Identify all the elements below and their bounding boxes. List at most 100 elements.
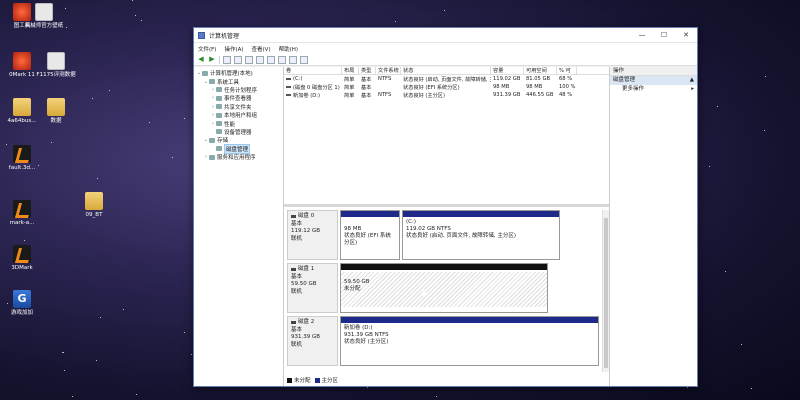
table-row[interactable]: (磁盘 0 磁盘分区 1) 简单 基本 状态良好 (EFI 系统分区) 98 MB 98 … [284, 83, 609, 91]
disk-label[interactable]: 磁盘 2 基本 931.39 GB 联机 [287, 316, 338, 366]
star [51, 142, 53, 144]
minimize-button[interactable]: — [631, 28, 653, 43]
folder-icon [47, 98, 65, 116]
computer-management-window: 计算机管理 — ☐ ✕ 文件(F) 操作(A) 查看(V) 帮助(H) ◀ ▶ … [193, 27, 698, 387]
actions-header: 操作 [610, 67, 697, 76]
title-bar[interactable]: 计算机管理 — ☐ ✕ [194, 28, 697, 43]
tree-item[interactable]: › 共享文件夹 [194, 103, 283, 111]
tree-item[interactable]: ⌄ 系统工具 [194, 77, 283, 86]
cell-type-text: 基本 [361, 76, 372, 83]
app-red-icon [13, 52, 31, 70]
col-free-space[interactable]: 可用空间 [524, 66, 557, 75]
col-layout[interactable]: 布局 [342, 66, 359, 75]
tree-item-label: 设备管理器 [224, 129, 252, 136]
desktop-icon[interactable]: 机械师官方壁纸 [22, 3, 66, 30]
desktop-icon-label: mark-a... [9, 220, 35, 226]
forward-arrow-icon[interactable]: ▶ [208, 55, 216, 64]
actions-pane: 操作 磁盘管理 ▲ 更多操作 ▸ [609, 67, 697, 386]
col-percent-free[interactable]: % 可 [557, 66, 577, 75]
star [725, 271, 727, 273]
back-arrow-icon[interactable]: ◀ [197, 55, 205, 64]
table-row[interactable]: 新加卷 (D:) 简单 基本 NTFS 状态良好 (主分区) 931.39 GB 446.5… [284, 91, 609, 99]
col-capacity[interactable]: 容量 [491, 66, 524, 75]
cell-free-space: 98 MB [524, 84, 557, 90]
tree-item-label: 计算机管理(本地) [210, 71, 253, 78]
doc-icon [47, 52, 65, 70]
star [184, 118, 186, 120]
star [62, 351, 64, 353]
partition-line2: 状态良好 (启动, 页面文件, 故障转储, 主分区) [406, 233, 517, 239]
cell-percent-free: 68 % [557, 76, 577, 82]
tree-item[interactable]: › 事件查看器 [194, 94, 283, 102]
cell-volume: (C:) [284, 76, 342, 82]
tree-item[interactable]: 设备管理器 [194, 128, 283, 136]
col-type[interactable]: 类型 [359, 66, 376, 75]
close-button[interactable]: ✕ [675, 28, 697, 43]
partition-line1: 98 MB [344, 226, 362, 232]
col-status[interactable]: 状态 [401, 66, 491, 75]
menu-help[interactable]: 帮助(H) [279, 45, 298, 53]
volume-icon [286, 77, 291, 80]
scrollbar-thumb[interactable] [604, 218, 608, 368]
legend-label: 未分配 [294, 378, 311, 384]
collapse-up-icon[interactable]: ▲ [690, 76, 694, 85]
desktop-icon-label: 机械师官方壁纸 [24, 23, 64, 29]
disk-label[interactable]: 磁盘 1 基本 59.50 GB 联机 [287, 263, 338, 313]
desktop-icon[interactable]: G 游戏加加 [0, 290, 44, 317]
disk-map: 磁盘 0 基本 119.12 GB 联机 98 MB 状态良好 (EFI 系统分区) (C:… [284, 207, 609, 386]
cell-status-text: 状态良好 (主分区) [403, 92, 446, 99]
help-icon[interactable] [256, 55, 264, 64]
menu-view[interactable]: 查看(V) [252, 45, 271, 53]
disk-row[interactable]: 磁盘 2 基本 931.39 GB 联机 新加卷 (D:) 931.39 GB NTFS 状… [287, 316, 599, 366]
desktop-icon[interactable]: 数据 [34, 98, 78, 125]
col-volume[interactable]: 卷 [284, 66, 342, 75]
desktop-icon[interactable]: fault.3d... [0, 145, 44, 172]
desktop-icon[interactable]: 09_BT [72, 192, 116, 219]
partition-block[interactable]: 59.50 GB 未分配 [340, 263, 548, 313]
star [149, 121, 151, 123]
partition-block[interactable]: 98 MB 状态良好 (EFI 系统分区) [340, 210, 400, 260]
disk-row[interactable]: 磁盘 1 基本 59.50 GB 联机 59.50 GB 未分配 [287, 263, 599, 313]
partition-block[interactable]: (C:) 119.02 GB NTFS 状态良好 (启动, 页面文件, 故障转储, … [402, 210, 560, 260]
refresh-icon[interactable] [300, 55, 308, 64]
cell-type: 基本 [359, 76, 376, 83]
list-view-icon[interactable] [267, 55, 275, 64]
submenu-arrow-icon: ▸ [691, 86, 694, 92]
action-more-actions[interactable]: 更多操作 ▸ [610, 85, 697, 94]
tree-item[interactable]: ⌄ 计算机管理(本地) [194, 69, 283, 77]
disk-name: 磁盘 2 [291, 319, 334, 327]
desktop-icon-label: 3DMark [11, 265, 33, 271]
legend-item: 主分区 [314, 376, 338, 384]
desktop-icon-label: 游戏加加 [10, 310, 33, 316]
desktop-icon[interactable]: mark-a... [0, 200, 44, 227]
cell-status: 状态良好 (主分区) [401, 92, 491, 99]
settings-icon[interactable] [289, 55, 297, 64]
maximize-button[interactable]: ☐ [653, 28, 675, 43]
disk-type: 基本 [291, 326, 303, 333]
partition-block[interactable]: 新加卷 (D:) 931.39 GB NTFS 状态良好 (主分区) [339, 316, 599, 366]
console-tree-icon[interactable] [234, 55, 242, 64]
star [140, 20, 142, 22]
disk-label[interactable]: 磁盘 0 基本 119.12 GB 联机 [287, 210, 338, 260]
legend-swatch [314, 378, 320, 383]
tree-item[interactable]: › 本地用户和组 [194, 111, 283, 119]
partition-legend: 未分配 主分区 [287, 376, 338, 384]
tree-item[interactable]: › 任务计划程序 [194, 86, 283, 94]
table-row[interactable]: (C:) 简单基本 NTFS 状态良好 (启动, 页面文件, 故障转储, 主分区)11… [284, 75, 609, 83]
up-level-icon[interactable] [223, 55, 231, 64]
actions-section-disk-management[interactable]: 磁盘管理 ▲ [610, 76, 697, 85]
console-tree: ⌄ 计算机管理(本地) ⌄ 系统工具 › 任务计划程序 › 事件查看器 › 共享文件夹 › 本地用户和… [194, 67, 284, 386]
disk-row[interactable]: 磁盘 0 基本 119.12 GB 联机 98 MB 状态良好 (EFI 系统分区) (C:… [287, 210, 599, 260]
disk-map-scrollbar[interactable] [602, 210, 609, 372]
col-filesystem[interactable]: 文件系统 [376, 66, 401, 75]
menu-file[interactable]: 文件(F) [198, 45, 216, 53]
partition-details: (C:) 119.02 GB NTFS 状态良好 (启动, 页面文件, 故障转储, … [403, 219, 559, 240]
desktop-icon[interactable]: 3DMark [0, 245, 44, 272]
properties-icon[interactable] [245, 55, 253, 64]
menu-action[interactable]: 操作(A) [224, 45, 243, 53]
tree-item[interactable]: 磁盘管理 [194, 143, 283, 154]
export-icon[interactable] [278, 55, 286, 64]
tree-item[interactable]: › 服务和应用程序 [194, 153, 283, 161]
desktop-icon[interactable]: F1175评测数据 [34, 52, 78, 79]
tree-item[interactable]: › 性能 [194, 119, 283, 128]
